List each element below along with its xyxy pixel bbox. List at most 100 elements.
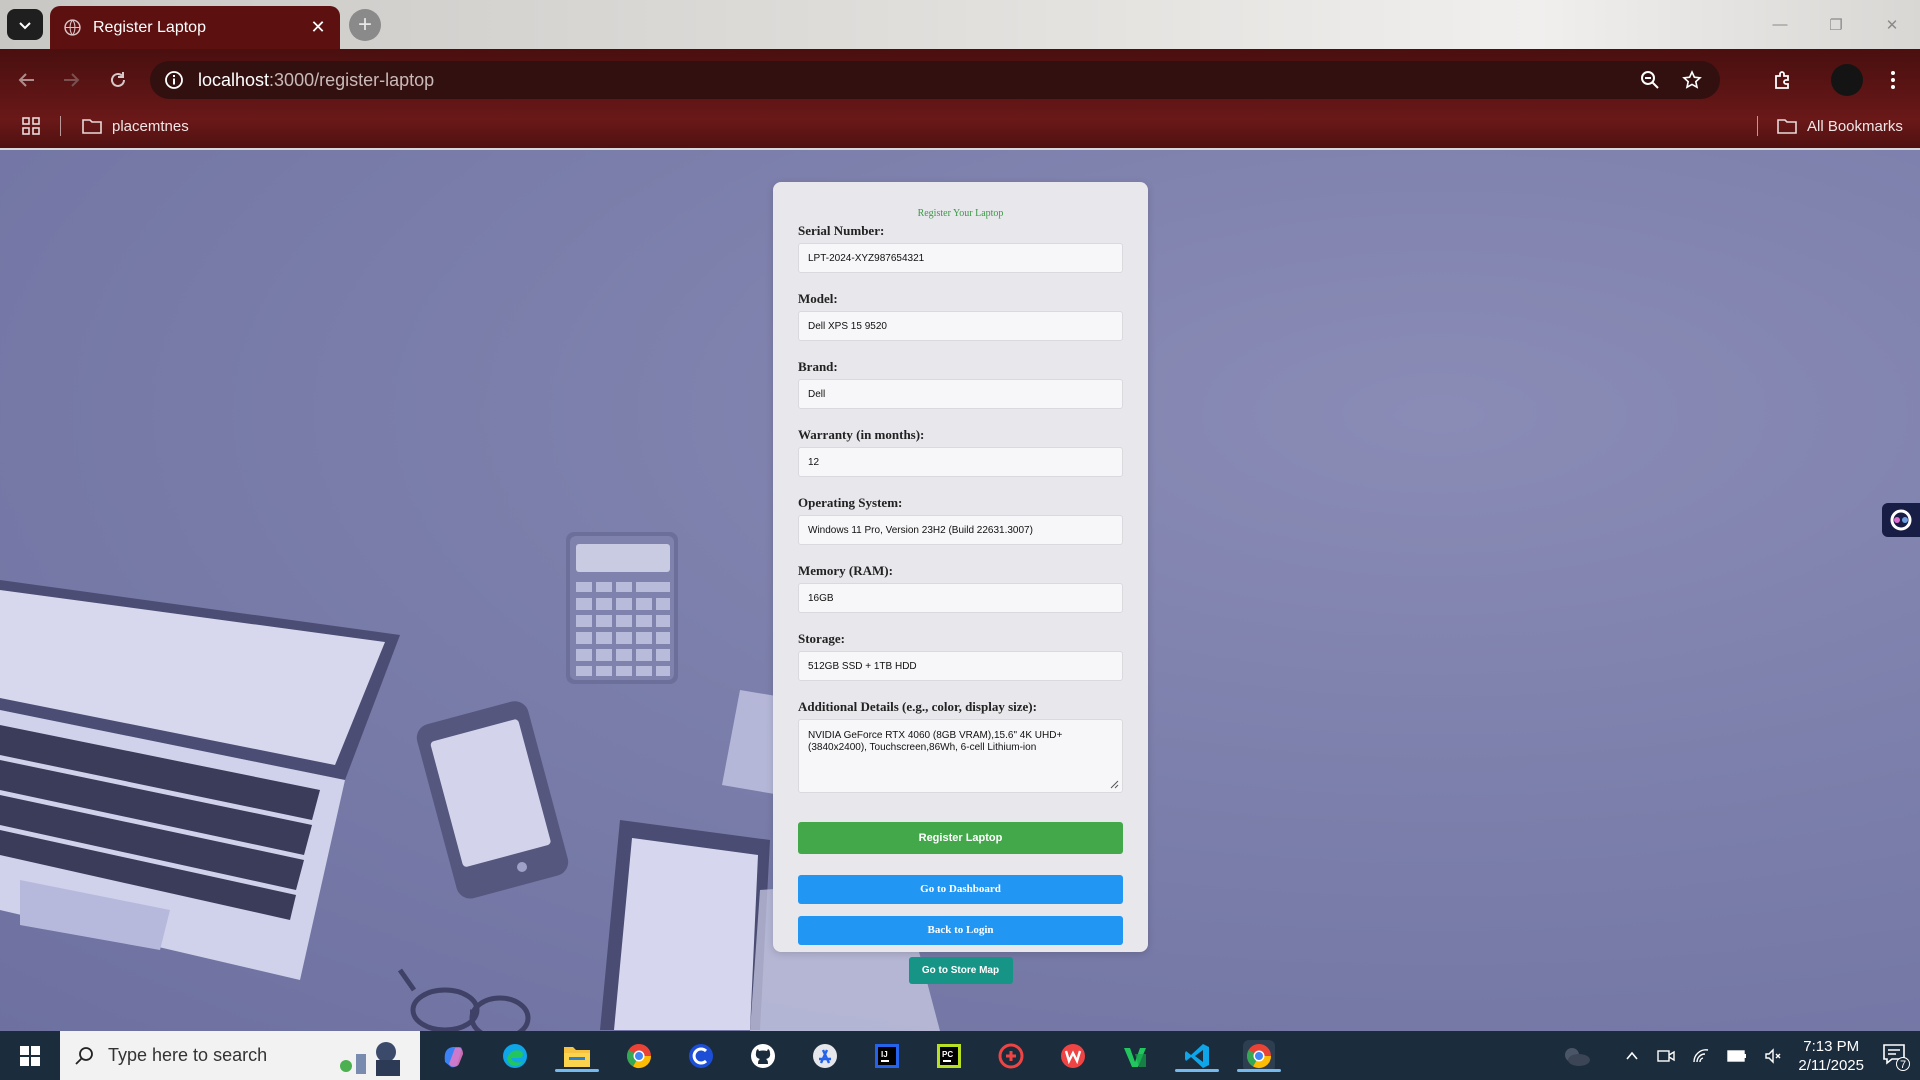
chrome-icon[interactable] — [623, 1040, 655, 1072]
weather-widget[interactable] — [1560, 1031, 1592, 1080]
file-explorer-icon[interactable] — [555, 1040, 599, 1072]
apps-button[interactable] — [22, 117, 40, 135]
chevron-up-icon[interactable] — [1624, 1048, 1640, 1064]
extension-logo-icon — [1890, 509, 1912, 531]
site-info-icon[interactable] — [164, 70, 184, 90]
back-button[interactable] — [12, 65, 42, 95]
laptop-illustration — [0, 580, 400, 980]
resize-grip-icon[interactable] — [1110, 780, 1119, 789]
memory-input[interactable]: 16GB — [798, 583, 1123, 613]
storage-label: Storage: — [798, 631, 845, 646]
warranty-label: Warranty (in months): — [798, 427, 925, 442]
go-to-dashboard-button[interactable]: Go to Dashboard — [798, 875, 1123, 904]
extensions-button[interactable] — [1768, 65, 1798, 95]
taskbar-search-box[interactable]: Type here to search — [60, 1031, 420, 1080]
apps-grid-icon — [22, 117, 40, 135]
tab-strip: Register Laptop ✕ + — ❐ ✕ — [0, 0, 1920, 49]
game-icon[interactable] — [995, 1040, 1027, 1072]
github-icon[interactable] — [747, 1040, 779, 1072]
profile-button[interactable] — [1830, 63, 1864, 97]
speaker-muted-icon[interactable] — [1764, 1047, 1782, 1064]
phone-illustration — [416, 701, 569, 899]
tab-register-laptop[interactable]: Register Laptop ✕ — [50, 6, 340, 49]
search-highlight-icon — [340, 1042, 400, 1076]
camera-icon[interactable] — [1657, 1048, 1675, 1064]
register-laptop-button[interactable]: Register Laptop — [798, 822, 1123, 854]
chevron-down-icon — [19, 21, 31, 29]
serial-number-input[interactable]: LPT-2024-XYZ987654321 — [798, 243, 1123, 273]
bookmark-star-button[interactable] — [1680, 68, 1704, 92]
memory-label: Memory (RAM): — [798, 563, 893, 578]
pycharm-icon[interactable]: PC — [933, 1040, 965, 1072]
avatar — [1831, 64, 1863, 96]
windows-taskbar: Type here to search IJ PC 7:13 PM 2/11/2… — [0, 1031, 1920, 1080]
additional-details-text: NVIDIA GeForce RTX 4060 (8GB VRAM),15.6"… — [808, 730, 1063, 753]
svg-text:PC: PC — [942, 1050, 953, 1059]
puzzle-icon — [1775, 71, 1789, 89]
vscode-icon[interactable] — [1175, 1040, 1219, 1072]
tab-search-button[interactable] — [7, 9, 43, 40]
bookmark-folder-placemtnes[interactable]: placemtnes — [82, 118, 189, 135]
tab-title: Register Laptop — [93, 18, 206, 36]
maximize-button[interactable]: ❐ — [1808, 0, 1864, 49]
bookmark-label: All Bookmarks — [1807, 117, 1903, 135]
register-laptop-form: Register Your Laptop Serial Number: LPT-… — [773, 182, 1148, 984]
notification-center-button[interactable]: 7 — [1882, 1043, 1910, 1071]
operating-system-input[interactable]: Windows 11 Pro, Version 23H2 (Build 2263… — [798, 515, 1123, 545]
copilot-icon[interactable] — [437, 1040, 469, 1072]
glasses-illustration — [397, 968, 531, 1031]
storage-input[interactable]: 512GB SSD + 1TB HDD — [798, 651, 1123, 681]
floating-extension-widget[interactable] — [1882, 503, 1920, 537]
star-icon — [1682, 70, 1702, 89]
wifi-icon[interactable] — [1692, 1048, 1710, 1064]
model-label: Model: — [798, 291, 838, 306]
browser-toolbar: localhost:3000/register-laptop placemtne… — [0, 49, 1920, 150]
model-input[interactable]: Dell XPS 15 9520 — [798, 311, 1123, 341]
battery-icon[interactable] — [1727, 1049, 1747, 1063]
start-button[interactable] — [0, 1031, 60, 1080]
intellij-icon[interactable]: IJ — [871, 1040, 903, 1072]
search-icon — [75, 1046, 93, 1065]
operating-system-label: Operating System: — [798, 495, 903, 510]
back-to-login-button[interactable]: Back to Login — [798, 916, 1123, 945]
forward-button[interactable] — [56, 65, 86, 95]
warranty-input[interactable]: 12 — [798, 447, 1123, 477]
close-window-button[interactable]: ✕ — [1864, 0, 1920, 49]
additional-details-textarea[interactable]: NVIDIA GeForce RTX 4060 (8GB VRAM),15.6"… — [798, 719, 1123, 793]
zoom-button[interactable] — [1638, 68, 1662, 92]
all-bookmarks-button[interactable]: All Bookmarks — [1777, 118, 1903, 135]
system-tray — [1624, 1031, 1782, 1080]
calculator-illustration — [566, 532, 678, 684]
tablet-illustration — [600, 820, 770, 1030]
ccleaner-icon[interactable] — [685, 1040, 717, 1072]
chrome-active-icon[interactable] — [1237, 1040, 1281, 1072]
minimize-button[interactable]: — — [1752, 0, 1808, 49]
notification-count-badge: 7 — [1896, 1057, 1910, 1071]
brand-label: Brand: — [798, 359, 838, 374]
folder-icon — [1777, 119, 1797, 134]
kebab-menu-icon — [1891, 71, 1895, 89]
forward-arrow-icon — [64, 73, 80, 87]
new-tab-button[interactable]: + — [349, 9, 381, 41]
zoom-icon — [1641, 71, 1659, 89]
svg-text:IJ: IJ — [881, 1050, 888, 1059]
vscode-insiders-icon[interactable] — [1119, 1040, 1151, 1072]
app-store-icon[interactable] — [809, 1040, 841, 1072]
wps-icon[interactable] — [1057, 1040, 1089, 1072]
bookmark-label: placemtnes — [112, 117, 189, 135]
close-tab-icon[interactable]: ✕ — [304, 17, 332, 38]
folder-icon — [82, 119, 102, 134]
window-controls: — ❐ ✕ — [1752, 0, 1920, 49]
chrome-menu-button[interactable] — [1878, 65, 1908, 95]
bookmarks-bar: placemtnes All Bookmarks — [0, 111, 1920, 141]
reload-icon — [111, 72, 125, 87]
taskbar-clock[interactable]: 7:13 PM 2/11/2025 — [1798, 1037, 1864, 1075]
url-host: localhost — [198, 69, 270, 90]
windows-logo-icon — [20, 1045, 40, 1066]
brand-input[interactable]: Dell — [798, 379, 1123, 409]
edge-icon[interactable] — [499, 1040, 531, 1072]
go-to-store-map-button[interactable]: Go to Store Map — [908, 957, 1013, 984]
clock-time: 7:13 PM — [1803, 1038, 1860, 1055]
address-bar[interactable]: localhost:3000/register-laptop — [150, 61, 1720, 99]
reload-button[interactable] — [103, 65, 133, 95]
